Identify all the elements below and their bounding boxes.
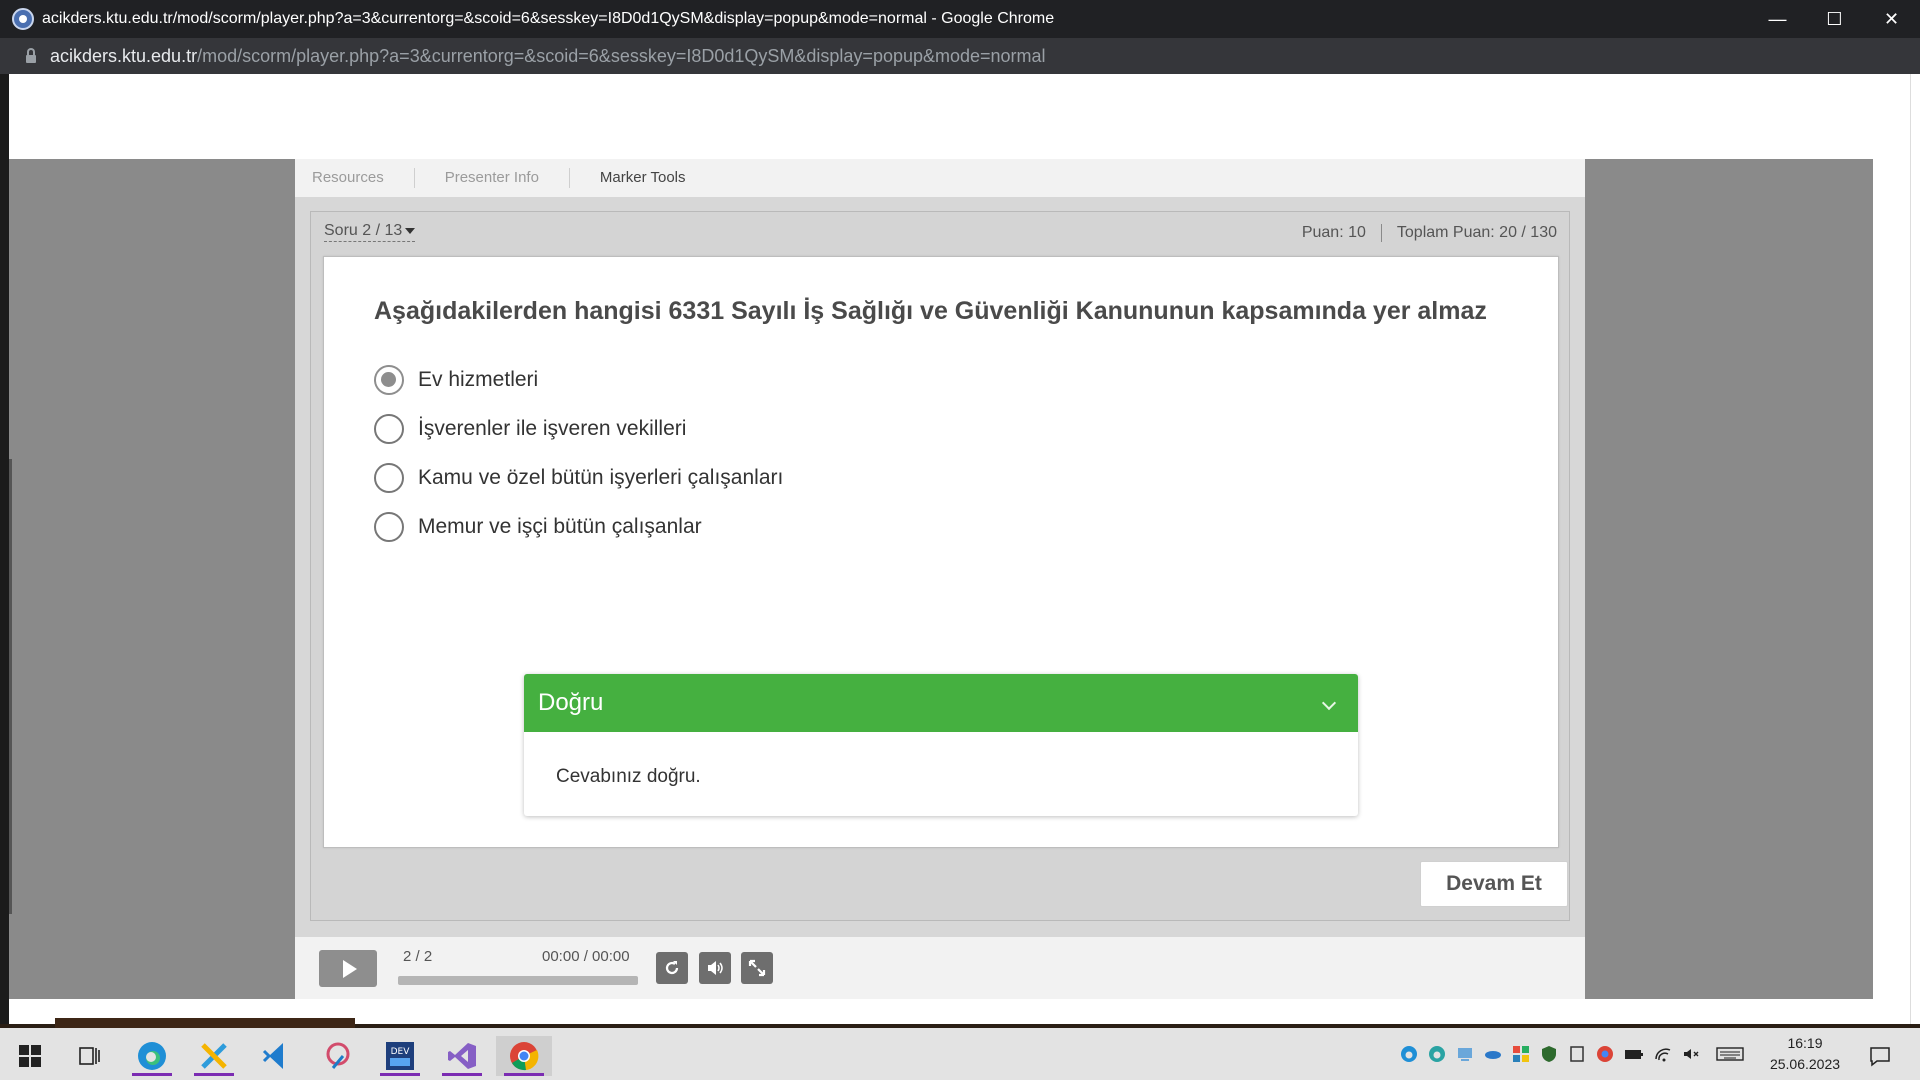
chevron-down-icon[interactable] bbox=[1321, 695, 1337, 711]
answer-option-label: Memur ve işçi bütün çalışanlar bbox=[418, 515, 702, 538]
replay-button[interactable] bbox=[656, 952, 688, 984]
page-content: Resources Presenter Info Marker Tools So… bbox=[9, 74, 1910, 1024]
running-indicator bbox=[132, 1073, 172, 1076]
radio-icon[interactable] bbox=[374, 463, 404, 493]
clock-date: 25.06.2023 bbox=[1769, 1056, 1841, 1072]
feedback-title: Doğru bbox=[538, 689, 604, 716]
device-icon[interactable] bbox=[1568, 1045, 1586, 1063]
feedback-panel: Doğru Cevabınız doğru. bbox=[524, 674, 1358, 816]
keyboard-icon[interactable] bbox=[1716, 1045, 1744, 1063]
replay-icon bbox=[665, 961, 679, 975]
answer-option-label: Ev hizmetleri bbox=[418, 368, 539, 391]
expand-icon bbox=[748, 959, 766, 977]
chrome-icon[interactable] bbox=[496, 1036, 552, 1076]
tab-marker-tools[interactable]: Marker Tools bbox=[570, 168, 716, 188]
edge-tray-icon[interactable] bbox=[1400, 1045, 1418, 1063]
score-panel: Puan: 10 Toplam Puan: 20 / 130 bbox=[1302, 224, 1557, 242]
desktop-strip-accent bbox=[55, 1018, 355, 1028]
fullscreen-button[interactable] bbox=[741, 952, 773, 984]
edge-dev-tray-icon[interactable] bbox=[1428, 1045, 1446, 1063]
svg-text:DEV: DEV bbox=[391, 1047, 411, 1057]
tab-resources[interactable]: Resources bbox=[295, 168, 415, 188]
volume-muted-icon[interactable] bbox=[1682, 1045, 1700, 1063]
visual-studio-icon[interactable] bbox=[438, 1036, 486, 1076]
url-path: /mod/scorm/player.php?a=3&currentorg=&sc… bbox=[197, 45, 1046, 66]
clock-time: 16:19 bbox=[1787, 1035, 1823, 1051]
chrome-tray-icon[interactable] bbox=[1596, 1045, 1614, 1063]
total-points-label: Toplam Puan: 20 / 130 bbox=[1396, 224, 1557, 241]
battery-icon[interactable] bbox=[1624, 1045, 1644, 1063]
question-text: Aşağıdakilerden hangisi 6331 Sayılı İş S… bbox=[374, 297, 1487, 325]
xaml-tool-icon[interactable] bbox=[190, 1036, 238, 1076]
caret-down-icon bbox=[405, 227, 416, 234]
scorm-player: Resources Presenter Info Marker Tools So… bbox=[295, 159, 1585, 999]
playback-controls: 2 / 2 00:00 / 00:00 bbox=[295, 937, 1585, 999]
continue-button[interactable]: Devam Et bbox=[1420, 861, 1568, 907]
app-grid-icon[interactable] bbox=[1512, 1045, 1530, 1063]
taskbar: DEV 16:19 25.06.2023 bbox=[0, 1028, 1920, 1080]
volume-icon bbox=[708, 961, 723, 975]
window-controls: — ☐ ✕ bbox=[1749, 0, 1920, 38]
scrollbar[interactable] bbox=[1910, 74, 1920, 1024]
feedback-message: Cevabınız doğru. bbox=[556, 766, 701, 787]
window-title: acikders.ktu.edu.tr/mod/scorm/player.php… bbox=[42, 10, 1055, 27]
site-favicon-icon bbox=[12, 8, 34, 30]
play-button[interactable] bbox=[319, 950, 377, 987]
devcpp-icon[interactable]: DEV bbox=[376, 1036, 424, 1076]
task-view-icon[interactable] bbox=[66, 1036, 114, 1076]
lock-icon[interactable] bbox=[26, 48, 36, 63]
running-indicator bbox=[504, 1073, 544, 1076]
feedback-header[interactable]: Doğru bbox=[524, 674, 1358, 732]
progress-bar[interactable] bbox=[398, 976, 638, 985]
windows-start-icon[interactable] bbox=[6, 1036, 54, 1076]
running-indicator bbox=[442, 1073, 482, 1076]
running-indicator bbox=[380, 1073, 420, 1076]
volume-button[interactable] bbox=[699, 952, 731, 984]
answer-option[interactable]: İşverenler ile işveren vekilleri bbox=[374, 414, 686, 444]
tab-presenter-info[interactable]: Presenter Info bbox=[415, 168, 570, 188]
address-bar[interactable]: acikders.ktu.edu.tr /mod/scorm/player.ph… bbox=[0, 38, 1920, 74]
answer-option-label: İşverenler ile işveren vekilleri bbox=[418, 417, 687, 440]
answer-option[interactable]: Ev hizmetleri bbox=[374, 365, 538, 395]
question-navigator-label: Soru 2 / 13 bbox=[324, 222, 403, 239]
paint-3d-icon[interactable] bbox=[314, 1036, 362, 1076]
radio-icon[interactable] bbox=[374, 414, 404, 444]
radio-selected-icon[interactable] bbox=[374, 365, 404, 395]
edge-icon[interactable] bbox=[128, 1036, 176, 1076]
wifi-icon[interactable] bbox=[1654, 1045, 1672, 1063]
points-label: Puan: 10 bbox=[1302, 224, 1382, 242]
answer-option-label: Kamu ve özel bütün işyerleri çalışanları bbox=[418, 466, 784, 489]
answer-option[interactable]: Memur ve işçi bütün çalışanlar bbox=[374, 512, 702, 542]
running-indicator bbox=[194, 1073, 234, 1076]
close-button[interactable]: ✕ bbox=[1863, 0, 1920, 38]
network-drive-icon[interactable] bbox=[1456, 1045, 1474, 1063]
backdrop-edge bbox=[9, 459, 12, 914]
quiz-slide: Soru 2 / 13 Puan: 10 Toplam Puan: 20 / 1… bbox=[310, 211, 1570, 921]
minimize-button[interactable]: — bbox=[1749, 0, 1806, 38]
slide-counter: 2 / 2 bbox=[403, 948, 433, 965]
player-topnav: Resources Presenter Info Marker Tools bbox=[295, 159, 1585, 197]
notification-icon[interactable] bbox=[1856, 1036, 1904, 1076]
taskbar-clock[interactable]: 16:19 25.06.2023 bbox=[1765, 1033, 1845, 1075]
window-titlebar: acikders.ktu.edu.tr/mod/scorm/player.php… bbox=[0, 0, 1920, 38]
question-navigator[interactable]: Soru 2 / 13 bbox=[324, 222, 416, 242]
radio-icon[interactable] bbox=[374, 512, 404, 542]
system-tray bbox=[1400, 1028, 1744, 1080]
answer-option[interactable]: Kamu ve özel bütün işyerleri çalışanları bbox=[374, 463, 783, 493]
time-display: 00:00 / 00:00 bbox=[542, 948, 630, 965]
cloud-icon[interactable] bbox=[1484, 1045, 1502, 1063]
security-shield-icon[interactable] bbox=[1540, 1045, 1558, 1063]
maximize-button[interactable]: ☐ bbox=[1806, 0, 1863, 38]
vscode-icon[interactable] bbox=[252, 1036, 300, 1076]
url-host: acikders.ktu.edu.tr bbox=[50, 45, 198, 66]
question-card: Aşağıdakilerden hangisi 6331 Sayılı İş S… bbox=[323, 256, 1559, 848]
